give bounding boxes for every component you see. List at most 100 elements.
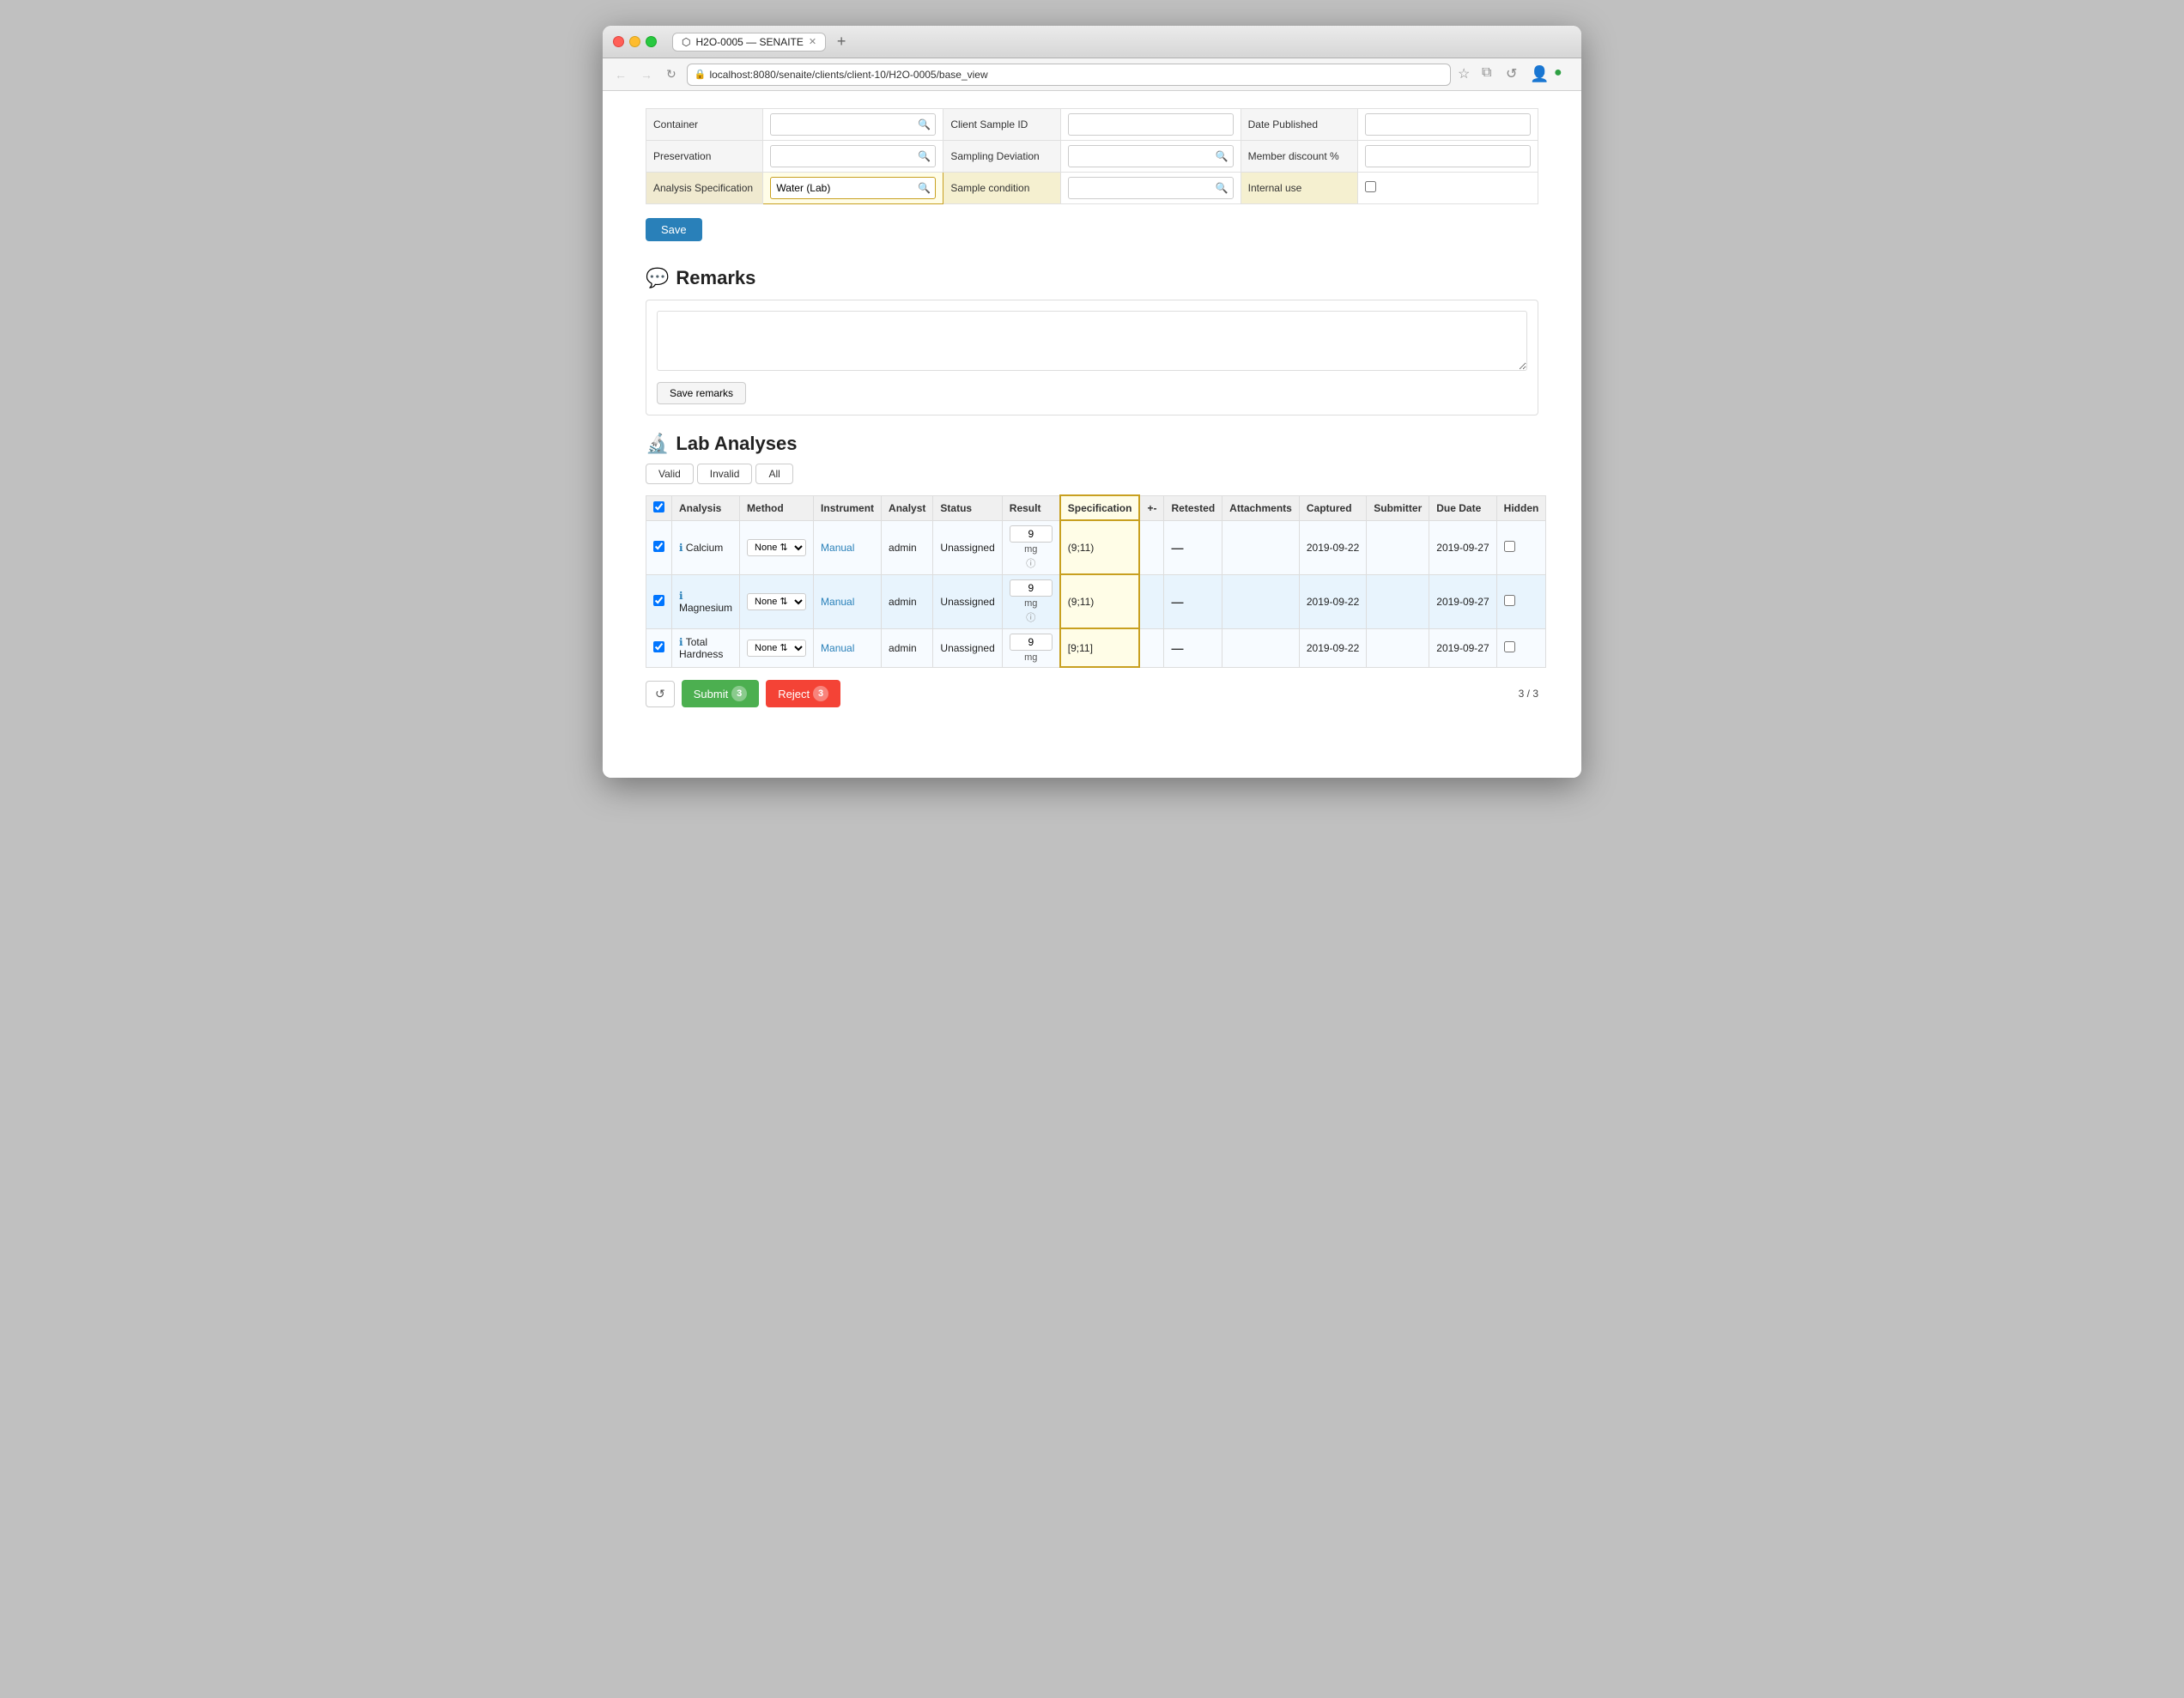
preservation-search: 🔍 <box>770 145 936 167</box>
row-calcium-analyst: admin <box>882 520 933 574</box>
pagination: 3 / 3 <box>1519 688 1538 700</box>
address-icons: ☆ ⧉ ↺ 👤 ● <box>1458 65 1573 84</box>
total-hardness-hidden-checkbox[interactable] <box>1504 641 1515 652</box>
calcium-instrument-link[interactable]: Manual <box>821 542 854 554</box>
sampling-deviation-input[interactable] <box>1068 145 1234 167</box>
calcium-result-input[interactable] <box>1010 525 1053 543</box>
row-total-hardness-checkbox[interactable] <box>653 641 664 652</box>
client-sample-id-label: Client Sample ID <box>943 109 1060 141</box>
row-magnesium-status: Unassigned <box>933 574 1002 628</box>
th-plus-minus: +- <box>1139 495 1164 520</box>
preservation-row: Preservation 🔍 Sampling Deviation 🔍 Memb… <box>646 141 1538 173</box>
tab-favicon: ⬡ <box>682 36 690 48</box>
add-tab-button[interactable]: + <box>831 32 852 52</box>
remarks-icon: 💬 <box>646 267 669 289</box>
row-magnesium-plusminus <box>1139 574 1164 628</box>
extension-icon[interactable]: ⧉ <box>1482 65 1501 84</box>
row-calcium-spec: (9;11) <box>1060 520 1140 574</box>
row-calcium-status: Unassigned <box>933 520 1002 574</box>
total-hardness-info-icon[interactable]: ℹ <box>679 636 683 648</box>
tab-title: H2O-0005 — SENAITE <box>695 36 803 48</box>
internal-use-checkbox[interactable] <box>1365 181 1376 192</box>
row-calcium-captured: 2019-09-22 <box>1299 520 1366 574</box>
minimize-button[interactable] <box>629 36 640 47</box>
save-remarks-button[interactable]: Save remarks <box>657 382 746 404</box>
tab-close-icon[interactable]: ✕ <box>809 36 816 47</box>
analysis-spec-search-icon: 🔍 <box>918 182 931 194</box>
calcium-hidden-checkbox[interactable] <box>1504 541 1515 552</box>
addressbar: ← → ↻ 🔒 localhost:8080/senaite/clients/c… <box>603 58 1581 91</box>
submit-label: Submit <box>694 688 728 700</box>
reject-count-badge: 3 <box>813 686 828 701</box>
container-search: 🔍 <box>770 113 936 136</box>
preservation-input[interactable] <box>770 145 936 167</box>
internal-use-cell <box>1358 173 1538 204</box>
magnesium-instrument-link[interactable]: Manual <box>821 596 854 608</box>
calcium-retested-icon: — <box>1171 541 1183 555</box>
update-icon[interactable]: ↺ <box>1506 65 1525 84</box>
row-calcium-checkbox[interactable] <box>653 541 664 552</box>
magnesium-result-input[interactable] <box>1010 579 1053 597</box>
row-magnesium-hidden <box>1496 574 1546 628</box>
total-hardness-instrument-link[interactable]: Manual <box>821 642 854 654</box>
star-icon[interactable]: ☆ <box>1458 65 1477 84</box>
filter-valid-button[interactable]: Valid <box>646 464 694 484</box>
save-button[interactable]: Save <box>646 218 702 241</box>
reload-button[interactable]: ↻ <box>663 65 680 83</box>
magnesium-name: Magnesium <box>679 602 732 614</box>
row-calcium-checkbox-cell <box>646 520 672 574</box>
calcium-info-icon[interactable]: ℹ <box>679 542 683 554</box>
magnesium-method-select[interactable]: None ⇅ <box>747 593 806 610</box>
analysis-spec-input-cell: Water (Lab) 🔍 <box>763 173 943 204</box>
profile-icon[interactable]: 👤 <box>1530 65 1549 84</box>
preservation-label: Preservation <box>646 141 763 173</box>
row-total-hardness-instrument: Manual <box>814 628 882 667</box>
container-label: Container <box>646 109 763 141</box>
close-button[interactable] <box>613 36 624 47</box>
sample-condition-input[interactable] <box>1068 177 1234 199</box>
magnesium-hidden-checkbox[interactable] <box>1504 595 1515 606</box>
table-row: ℹ Magnesium None ⇅ Manual admin Unassign… <box>646 574 1546 628</box>
row-magnesium-analyst: admin <box>882 574 933 628</box>
row-calcium-instrument: Manual <box>814 520 882 574</box>
filter-invalid-button[interactable]: Invalid <box>697 464 753 484</box>
submit-button[interactable]: Submit 3 <box>682 680 759 707</box>
table-header-row: Analysis Method Instrument Analyst Statu… <box>646 495 1546 520</box>
row-magnesium-captured: 2019-09-22 <box>1299 574 1366 628</box>
refresh-button[interactable]: ↺ <box>646 681 675 707</box>
row-total-hardness-submitter <box>1367 628 1429 667</box>
active-tab[interactable]: ⬡ H2O-0005 — SENAITE ✕ <box>672 33 826 52</box>
remarks-box: Save remarks <box>646 300 1538 415</box>
container-input[interactable] <box>770 113 936 136</box>
total-hardness-method-select[interactable]: None ⇅ <box>747 640 806 657</box>
row-total-hardness-status: Unassigned <box>933 628 1002 667</box>
row-total-hardness-plusminus <box>1139 628 1164 667</box>
row-total-hardness-retested: — <box>1164 628 1222 667</box>
row-magnesium-checkbox[interactable] <box>653 595 664 606</box>
magnesium-info-icon[interactable]: ℹ <box>679 590 683 602</box>
container-input-cell: 🔍 <box>763 109 943 141</box>
url-bar[interactable]: 🔒 localhost:8080/senaite/clients/client-… <box>687 64 1451 86</box>
reject-button[interactable]: Reject 3 <box>766 680 840 707</box>
row-magnesium-result: mg ⓘ <box>1002 574 1060 628</box>
filter-all-button[interactable]: All <box>755 464 792 484</box>
th-select-all[interactable] <box>646 495 672 520</box>
analysis-spec-input[interactable]: Water (Lab) <box>770 177 936 199</box>
member-discount-cell: 0.00 <box>1358 141 1538 173</box>
table-row: ℹ Calcium None ⇅ Manual admin Unassigned <box>646 520 1546 574</box>
page-content: Container 🔍 Client Sample ID Date Publis… <box>603 91 1581 778</box>
menu-icon[interactable]: ● <box>1554 65 1573 84</box>
member-discount-input[interactable]: 0.00 <box>1365 145 1531 167</box>
total-hardness-result-input[interactable] <box>1010 634 1053 651</box>
date-published-input[interactable] <box>1365 113 1531 136</box>
select-all-checkbox[interactable] <box>653 501 664 512</box>
th-due-date: Due Date <box>1429 495 1496 520</box>
calcium-result-info: ⓘ <box>1026 556 1035 570</box>
client-sample-id-input[interactable] <box>1068 113 1234 136</box>
row-total-hardness-attachments <box>1222 628 1300 667</box>
remarks-textarea[interactable] <box>657 311 1527 371</box>
forward-button[interactable]: → <box>637 66 656 83</box>
maximize-button[interactable] <box>646 36 657 47</box>
calcium-method-select[interactable]: None ⇅ <box>747 539 806 556</box>
back-button[interactable]: ← <box>611 66 630 83</box>
